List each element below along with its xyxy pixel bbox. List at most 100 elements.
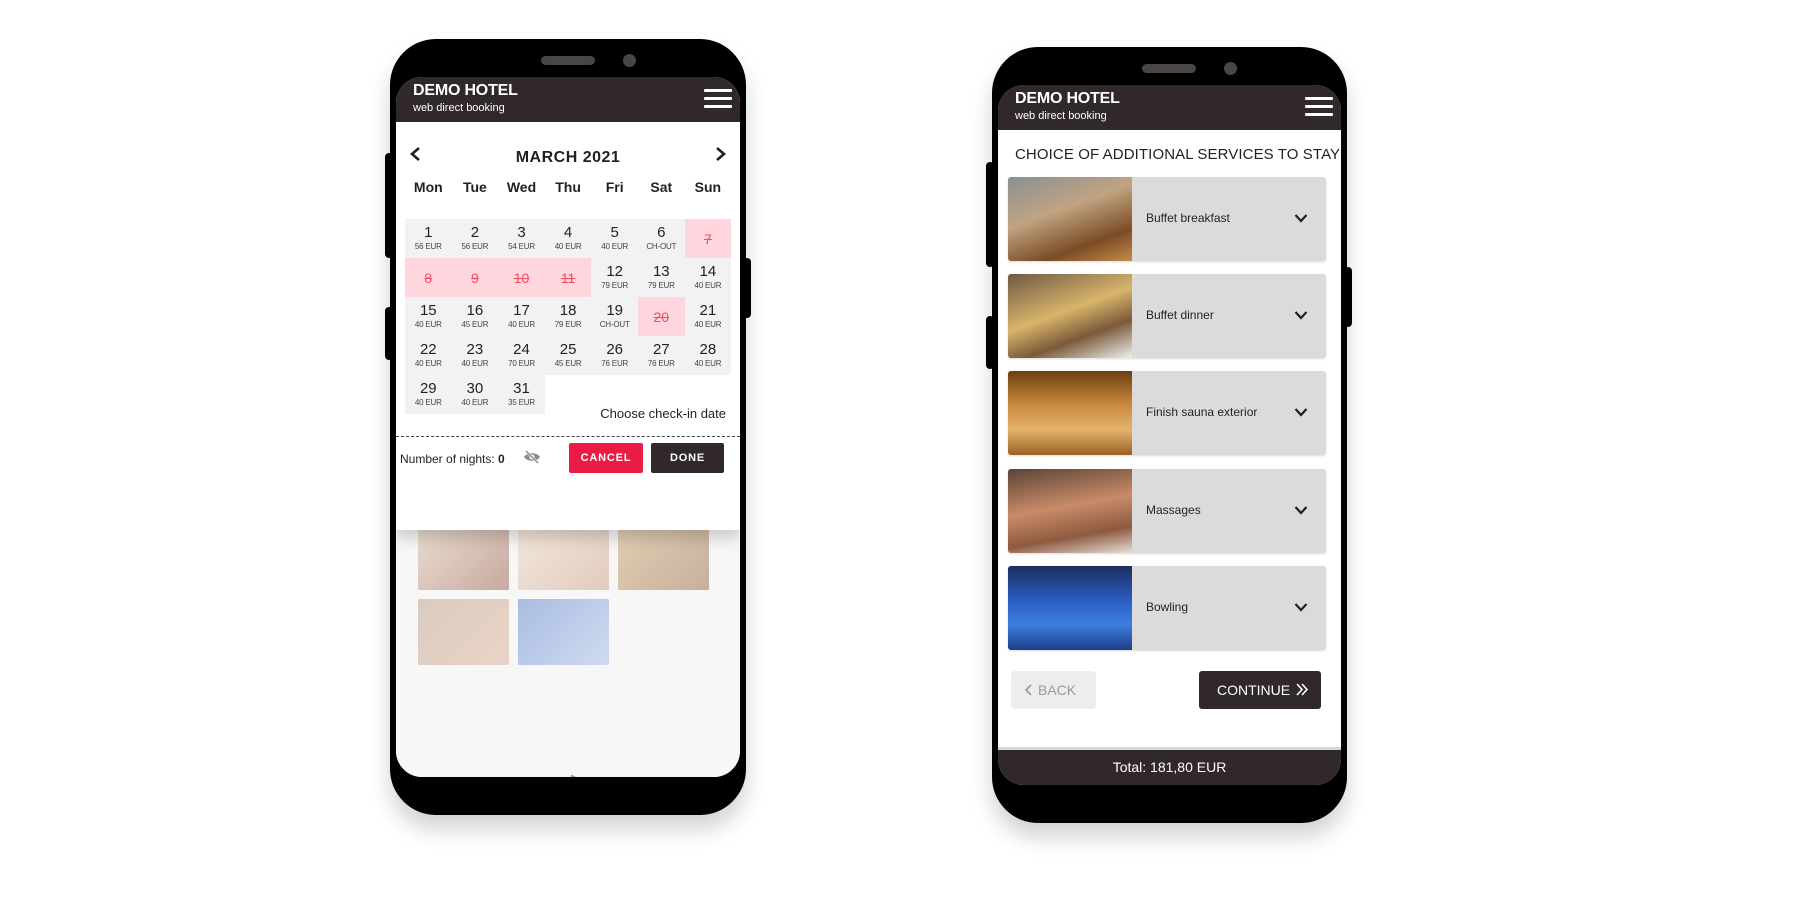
left-phone-power-button xyxy=(743,258,751,318)
service-card[interactable]: Buffet dinner xyxy=(1008,274,1326,359)
chevron-down-icon[interactable] xyxy=(1294,213,1308,223)
service-card[interactable]: Massages xyxy=(1008,468,1326,553)
phone-camera xyxy=(1224,62,1237,75)
chevron-down-icon[interactable] xyxy=(1294,310,1308,320)
weekday-label: Sat xyxy=(650,179,673,195)
calendar-day-23[interactable]: 23 40 EUR xyxy=(451,336,499,375)
service-label: Bowling xyxy=(1146,599,1189,614)
day-number: 19 xyxy=(606,302,624,319)
chevron-down-icon[interactable] xyxy=(1294,505,1308,515)
calendar-day-6[interactable]: 6 CH-OUT xyxy=(638,219,685,258)
phone-camera xyxy=(623,54,636,67)
day-price: 45 EUR xyxy=(554,359,582,368)
calendar-day-18[interactable]: 18 79 EUR xyxy=(544,297,592,336)
calendar-day-1[interactable]: 1 56 EUR xyxy=(405,219,452,258)
phone-speaker xyxy=(541,56,595,65)
service-card[interactable]: Finish sauna exterior xyxy=(1008,371,1326,456)
right-phone-volume-down xyxy=(986,316,994,369)
calendar-day-17[interactable]: 17 40 EUR xyxy=(498,297,545,336)
left-phone-screen: DEMO HOTEL web direct booking MARCH 2021… xyxy=(396,77,740,777)
calendar-day-25[interactable]: 25 45 EUR xyxy=(544,336,592,375)
calendar-day-5[interactable]: 5 40 EUR xyxy=(591,219,638,258)
day-number: 21 xyxy=(699,302,717,319)
calendar-day-12[interactable]: 12 79 EUR xyxy=(591,258,638,297)
day-number: 12 xyxy=(606,263,624,280)
day-price: 54 EUR xyxy=(508,242,535,251)
day-number: 23 xyxy=(466,341,484,358)
day-price: 40 EUR xyxy=(554,242,582,251)
gallery-thumb-spa-bath[interactable] xyxy=(418,524,509,590)
day-price: 40 EUR xyxy=(414,398,442,407)
day-number: 20 xyxy=(653,309,670,325)
day-price: 79 EUR xyxy=(554,320,582,329)
calendar-day-21[interactable]: 21 40 EUR xyxy=(684,297,732,336)
day-price: 40 EUR xyxy=(601,242,629,251)
day-number: 1 xyxy=(424,224,433,241)
continue-label: CONTINUE xyxy=(1217,682,1291,698)
calendar-day-19[interactable]: 19 CH-OUT xyxy=(591,297,638,336)
day-number: 27 xyxy=(652,341,670,358)
service-label: Massages xyxy=(1146,502,1201,517)
weekday-label: Mon xyxy=(413,179,443,195)
day-number: 28 xyxy=(699,341,717,358)
day-number: 24 xyxy=(513,341,530,358)
gallery-thumb-back-massage[interactable] xyxy=(518,524,609,590)
chevron-down-icon[interactable] xyxy=(1294,602,1308,612)
day-price: 40 EUR xyxy=(414,320,442,329)
day-price: 40 EUR xyxy=(508,320,535,329)
chevron-down-icon[interactable] xyxy=(1294,407,1308,418)
calendar-day-20: 20 xyxy=(638,297,685,336)
date-picker-popup: MARCH 2021 Mon Tue Wed Thu Fri Sat Sun 1… xyxy=(396,122,740,530)
right-phone-power-button xyxy=(1344,267,1352,327)
calendar-day-29[interactable]: 29 40 EUR xyxy=(405,375,452,414)
day-price: 70 EUR xyxy=(508,359,535,368)
left-phone-volume-up xyxy=(385,153,393,258)
gallery-thumb-bowling[interactable] xyxy=(518,599,609,665)
calendar-day-30[interactable]: 30 40 EUR xyxy=(451,375,499,414)
cancel-button[interactable]: CANCEL xyxy=(569,443,643,473)
service-card[interactable]: Bowling xyxy=(1008,565,1326,650)
hamburger-icon[interactable] xyxy=(704,89,732,109)
calendar-day-31[interactable]: 31 35 EUR xyxy=(498,375,545,414)
calendar-day-11: 11 xyxy=(544,258,592,297)
eye-off-icon[interactable] xyxy=(523,450,541,464)
day-price: 56 EUR xyxy=(414,242,442,251)
calendar-day-26[interactable]: 26 76 EUR xyxy=(591,336,638,375)
phone-speaker xyxy=(1142,64,1196,73)
calendar-day-28[interactable]: 28 40 EUR xyxy=(684,336,732,375)
done-button[interactable]: DONE xyxy=(651,443,724,473)
day-number: 10 xyxy=(513,270,530,286)
day-price: 40 EUR xyxy=(694,320,722,329)
gallery-thumb-massage[interactable] xyxy=(418,599,509,665)
hamburger-icon[interactable] xyxy=(1305,97,1333,117)
day-number: 3 xyxy=(517,224,526,241)
calendar-day-3[interactable]: 3 54 EUR xyxy=(498,219,545,258)
calendar-day-24[interactable]: 24 70 EUR xyxy=(498,336,545,375)
day-number: 5 xyxy=(610,224,619,241)
day-number: 2 xyxy=(470,224,480,241)
calendar-day-4[interactable]: 4 40 EUR xyxy=(544,219,592,258)
calendar-day-13[interactable]: 13 79 EUR xyxy=(638,258,685,297)
calendar-day-27[interactable]: 27 76 EUR xyxy=(638,336,685,375)
calendar-day-16[interactable]: 16 45 EUR xyxy=(451,297,499,336)
day-number: 26 xyxy=(606,341,624,358)
day-number: 29 xyxy=(419,380,437,397)
back-button[interactable]: BACK xyxy=(1011,671,1096,709)
day-price: 45 EUR xyxy=(461,320,489,329)
weekday-label: Fri xyxy=(605,179,624,195)
hotel-name: DEMO HOTEL xyxy=(413,82,518,99)
calendar-day-2[interactable]: 2 56 EUR xyxy=(451,219,499,258)
service-card[interactable]: Buffet breakfast xyxy=(1008,177,1326,261)
chevron-right-icon[interactable] xyxy=(715,146,727,162)
day-price: 40 EUR xyxy=(694,359,722,368)
day-number: 8 xyxy=(424,270,433,286)
continue-button[interactable]: CONTINUE xyxy=(1199,671,1321,709)
day-number: 30 xyxy=(466,380,484,397)
day-price: 40 EUR xyxy=(694,281,722,290)
service-label: Finish sauna exterior xyxy=(1146,405,1258,420)
calendar-day-22[interactable]: 22 40 EUR xyxy=(405,336,452,375)
weekday-header-row: Mon Tue Wed Thu Fri Sat Sun xyxy=(405,179,731,195)
calendar-day-15[interactable]: 15 40 EUR xyxy=(405,297,452,336)
gallery-thumb-sauna[interactable] xyxy=(618,524,709,590)
calendar-day-14[interactable]: 14 40 EUR xyxy=(684,258,732,297)
